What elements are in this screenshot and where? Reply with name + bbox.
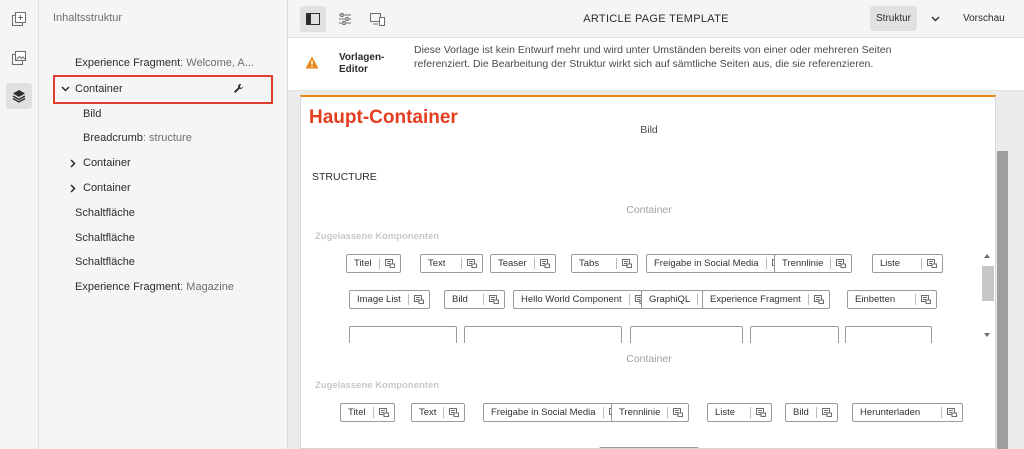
component-chip-label: Trennlinie — [619, 407, 661, 418]
warning-icon — [305, 56, 319, 72]
tree-item-label: Container — [83, 182, 131, 194]
structure-mode-button[interactable]: Struktur — [870, 6, 918, 31]
selection-highlight — [53, 75, 273, 104]
tree-item-container[interactable]: Container — [83, 182, 131, 194]
template-page: Haupt-Container Bild STRUCTURE Container… — [300, 95, 996, 449]
component-chip[interactable]: Freigabe in Social Media — [483, 403, 625, 422]
tree-item-label: Bild — [83, 108, 102, 120]
tree-item-label: Experience Fragment — [75, 281, 181, 293]
component-chip-label: Liste — [715, 407, 736, 418]
component-chip[interactable]: Trennlinie — [611, 403, 690, 422]
chevron-right-icon[interactable] — [67, 182, 79, 194]
component-chip[interactable]: Titel — [340, 403, 395, 422]
component-policy-icon[interactable] — [374, 408, 394, 417]
tree-item-button[interactable]: Schaltfläche — [75, 207, 135, 219]
component-chip[interactable]: Bild — [785, 403, 838, 422]
component-policy-icon[interactable] — [668, 408, 688, 417]
component-chip[interactable]: Liste — [707, 403, 772, 422]
alert-message: Diese Vorlage ist kein Entwurf mehr und … — [414, 44, 892, 70]
chevron-down-icon[interactable] — [922, 6, 948, 32]
component-policy-icon[interactable] — [817, 408, 837, 417]
tree-item-experience-fragment[interactable]: Experience Fragment: Welcome, A... — [75, 57, 254, 69]
component-chip-label: Freigabe in Social Media — [491, 407, 596, 418]
tree-item-sublabel: : Welcome, A... — [180, 57, 254, 69]
component-policy-icon[interactable] — [444, 408, 464, 417]
tree-item-label: Schaltfläche — [75, 207, 135, 219]
tree-item-breadcrumb[interactable]: Breadcrumb: structure — [83, 132, 192, 144]
page-properties-icon[interactable] — [332, 6, 358, 32]
emulator-icon[interactable] — [364, 6, 390, 32]
component-policy-icon[interactable] — [942, 408, 962, 417]
tree-item-label: Breadcrumb — [83, 132, 143, 144]
component-policy-icon[interactable] — [751, 408, 771, 417]
component-chip-label: Titel — [348, 407, 366, 418]
panel-title: Inhaltsstruktur — [53, 12, 123, 24]
component-chip-label: Herunterladen — [860, 407, 921, 418]
tree-item-sublabel: : Magazine — [180, 281, 234, 293]
component-chip[interactable]: Text — [411, 403, 466, 422]
editor-toolbar: ARTICLE PAGE TEMPLATE Struktur Vorschau — [288, 0, 1024, 38]
content-tree-panel: Inhaltsstruktur Experience Fragment: Wel… — [39, 0, 288, 449]
chevron-right-icon[interactable] — [67, 157, 79, 169]
tree-item-label: Schaltfläche — [75, 256, 135, 268]
preview-mode-button[interactable]: Vorschau — [957, 6, 1011, 31]
tree-item-button[interactable]: Schaltfläche — [75, 256, 135, 268]
tree-item-label: Experience Fragment — [75, 57, 181, 69]
side-rail — [0, 0, 39, 449]
component-chip[interactable]: Herunterladen — [852, 403, 963, 422]
component-chip-label: Bild — [793, 407, 809, 418]
tree-item-container[interactable]: Container — [83, 157, 131, 169]
assets-icon[interactable] — [6, 45, 32, 71]
alert-title: Vorlagen-Editor — [339, 52, 385, 75]
toggle-side-panel-icon[interactable] — [300, 6, 326, 32]
tree-item-label: Schaltfläche — [75, 232, 135, 244]
tree-item-experience-fragment[interactable]: Experience Fragment: Magazine — [75, 281, 234, 293]
tree-item-bild[interactable]: Bild — [83, 108, 101, 120]
add-component-icon[interactable] — [6, 6, 32, 32]
layers-icon[interactable] — [6, 83, 32, 109]
template-editor-alert: Vorlagen-Editor Diese Vorlage ist kein E… — [288, 38, 1024, 91]
component-chip-label: Text — [419, 407, 437, 418]
tree-item-label: Container — [83, 157, 131, 169]
editor-canvas: Haupt-Container Bild STRUCTURE Container… — [288, 91, 1024, 449]
tree-item-button[interactable]: Schaltfläche — [75, 232, 135, 244]
canvas-scrollbar[interactable] — [997, 151, 1008, 449]
tree-item-sublabel: : structure — [142, 132, 192, 144]
